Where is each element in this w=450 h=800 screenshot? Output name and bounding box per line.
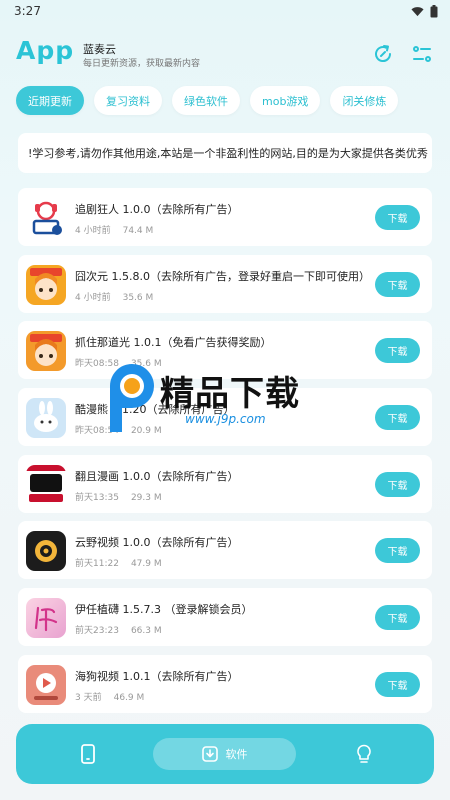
app-size: 66.3 M bbox=[130, 626, 162, 637]
app-size: 35.6 M bbox=[130, 359, 162, 370]
tab-green-software[interactable]: 绿色软件 bbox=[172, 86, 240, 115]
refresh-icon[interactable] bbox=[371, 42, 395, 66]
site-name: 蓝奏云 bbox=[83, 43, 116, 56]
list-item[interactable]: 海狗视频 1.0.1（去除所有广告） 3 天前 46.9 M 下载 bbox=[18, 654, 432, 713]
zhuazhu-app-icon bbox=[26, 331, 66, 372]
download-button[interactable]: 下载 bbox=[375, 338, 420, 364]
app-time: 前天11:22 bbox=[75, 559, 119, 570]
app-size: 46.9 M bbox=[113, 692, 145, 703]
app-time: 4 小时前 bbox=[75, 292, 111, 303]
tab-recent-updates[interactable]: 近期更新 bbox=[16, 86, 84, 115]
site-description: 每日更新资源，获取最新内容 bbox=[83, 59, 201, 69]
app-time: 4 小时前 bbox=[75, 226, 111, 236]
header: App 蓝奏云 每日更新资源，获取最新内容 bbox=[16, 34, 436, 74]
notice-text: !学习参考,请勿作其他用途,本站是一个非盈利性的网站,目的是为大家提供各类优秀 bbox=[28, 147, 428, 160]
tab-retreat[interactable]: 闭关修炼 bbox=[330, 86, 399, 115]
nav-software-label: 软件 bbox=[225, 748, 248, 761]
app-meta: 前天11:22 47.9 M bbox=[75, 556, 162, 569]
app-size: 35.6 M bbox=[122, 292, 154, 303]
app-name: 囧次元 1.5.8.0（去除所有广告，登录好重启一下即可使用） bbox=[75, 269, 370, 283]
app-name: 追剧狂人 1.0.0（去除所有广告） bbox=[75, 203, 239, 216]
download-button[interactable]: 下载 bbox=[375, 471, 420, 497]
app-time: 昨天08:58 bbox=[75, 359, 119, 370]
app-meta: 前天13:35 29.3 M bbox=[75, 490, 162, 503]
bottom-nav: 软件 bbox=[16, 724, 434, 784]
app-name: 海狗视频 1.0.1（去除所有广告） bbox=[75, 669, 239, 683]
nav-phone-button[interactable] bbox=[76, 738, 100, 770]
app-time: 昨天08:54 bbox=[75, 426, 119, 437]
status-bar: 3:27 bbox=[0, 0, 450, 22]
app-list: 追剧狂人 1.0.0（去除所有广告） 4 小时前 74.4 M 下载 囧次元 1.… bbox=[18, 188, 432, 722]
list-item[interactable]: 翻且漫画 1.0.0（去除所有广告） 前天13:35 29.3 M 下载 bbox=[18, 454, 432, 513]
app-name: 抓住那道光 1.0.1（免看广告获得奖励） bbox=[75, 336, 272, 350]
app-size: 47.9 M bbox=[130, 559, 162, 570]
app-size: 29.3 M bbox=[130, 492, 162, 503]
app-meta: 4 小时前 35.6 M bbox=[75, 290, 153, 303]
battery-icon bbox=[430, 4, 438, 17]
filter-icon[interactable] bbox=[410, 42, 434, 66]
yunye-app-icon bbox=[26, 531, 66, 572]
lightbulb-icon bbox=[357, 744, 371, 763]
manhua-app-icon bbox=[26, 464, 66, 505]
app-time: 3 天前 bbox=[75, 692, 102, 703]
app-time: 前天23:23 bbox=[75, 626, 119, 637]
app-title: App bbox=[16, 36, 75, 65]
status-icons bbox=[411, 4, 438, 18]
download-button[interactable]: 下载 bbox=[375, 205, 420, 230]
app-meta: 昨天08:58 35.6 M bbox=[75, 356, 162, 369]
category-tabs: 近期更新 复习资料 绿色软件 mob游戏 闭关修炼 bbox=[16, 86, 399, 115]
tab-mob-games[interactable]: mob游戏 bbox=[250, 86, 321, 115]
nav-bulb-button[interactable] bbox=[352, 738, 376, 770]
app-meta: 4 小时前 74.4 M bbox=[75, 223, 153, 236]
list-item[interactable]: 追剧狂人 1.0.0（去除所有广告） 4 小时前 74.4 M 下载 bbox=[18, 188, 432, 246]
app-name: 云野视频 1.0.0（去除所有广告） bbox=[75, 536, 239, 550]
download-button[interactable]: 下载 bbox=[375, 605, 420, 631]
haigou-app-icon bbox=[26, 664, 66, 705]
app-meta: 前天23:23 66.3 M bbox=[75, 623, 162, 636]
app-name: 酷漫熊 2.1.20（去除所有广告） bbox=[75, 403, 235, 417]
download-button[interactable]: 下载 bbox=[375, 405, 420, 431]
jiongciyuan-app-icon bbox=[26, 264, 66, 305]
app-meta: 昨天08:54 20.9 M bbox=[75, 423, 162, 436]
download-button[interactable]: 下载 bbox=[375, 671, 420, 697]
app-name: 翻且漫画 1.0.0（去除所有广告） bbox=[75, 469, 239, 483]
app-name: 伊任植礴 1.5.7.3 （登录解锁会员） bbox=[75, 603, 253, 617]
wifi-icon bbox=[411, 6, 424, 16]
zhuiju-app-icon bbox=[26, 198, 66, 238]
app-size: 20.9 M bbox=[130, 426, 162, 437]
tab-review-materials[interactable]: 复习资料 bbox=[94, 86, 162, 115]
app-time: 前天13:35 bbox=[75, 492, 119, 503]
download-box-icon bbox=[201, 746, 218, 762]
kumanxiong-app-icon bbox=[26, 398, 66, 439]
download-button[interactable]: 下载 bbox=[375, 538, 420, 564]
status-time: 3:27 bbox=[14, 4, 41, 18]
nav-software-button[interactable]: 软件 bbox=[153, 738, 296, 770]
list-item[interactable]: 伊任植礴 1.5.7.3 （登录解锁会员） 前天23:23 66.3 M 下载 bbox=[18, 588, 432, 647]
notice-banner: !学习参考,请勿作其他用途,本站是一个非盈利性的网站,目的是为大家提供各类优秀 bbox=[18, 133, 432, 173]
list-item[interactable]: 抓住那道光 1.0.1（免看广告获得奖励） 昨天08:58 35.6 M 下载 bbox=[18, 321, 432, 380]
list-item[interactable]: 囧次元 1.5.8.0（去除所有广告，登录好重启一下即可使用） 4 小时前 35.… bbox=[18, 254, 432, 313]
list-item[interactable]: 云野视频 1.0.0（去除所有广告） 前天11:22 47.9 M 下载 bbox=[18, 521, 432, 580]
app-size: 74.4 M bbox=[122, 226, 154, 236]
download-button[interactable]: 下载 bbox=[375, 271, 420, 297]
yiren-app-icon bbox=[26, 598, 66, 639]
app-meta: 3 天前 46.9 M bbox=[75, 690, 144, 703]
list-item[interactable]: 酷漫熊 2.1.20（去除所有广告） 昨天08:54 20.9 M 下载 bbox=[18, 388, 432, 447]
phone-icon bbox=[81, 744, 95, 764]
